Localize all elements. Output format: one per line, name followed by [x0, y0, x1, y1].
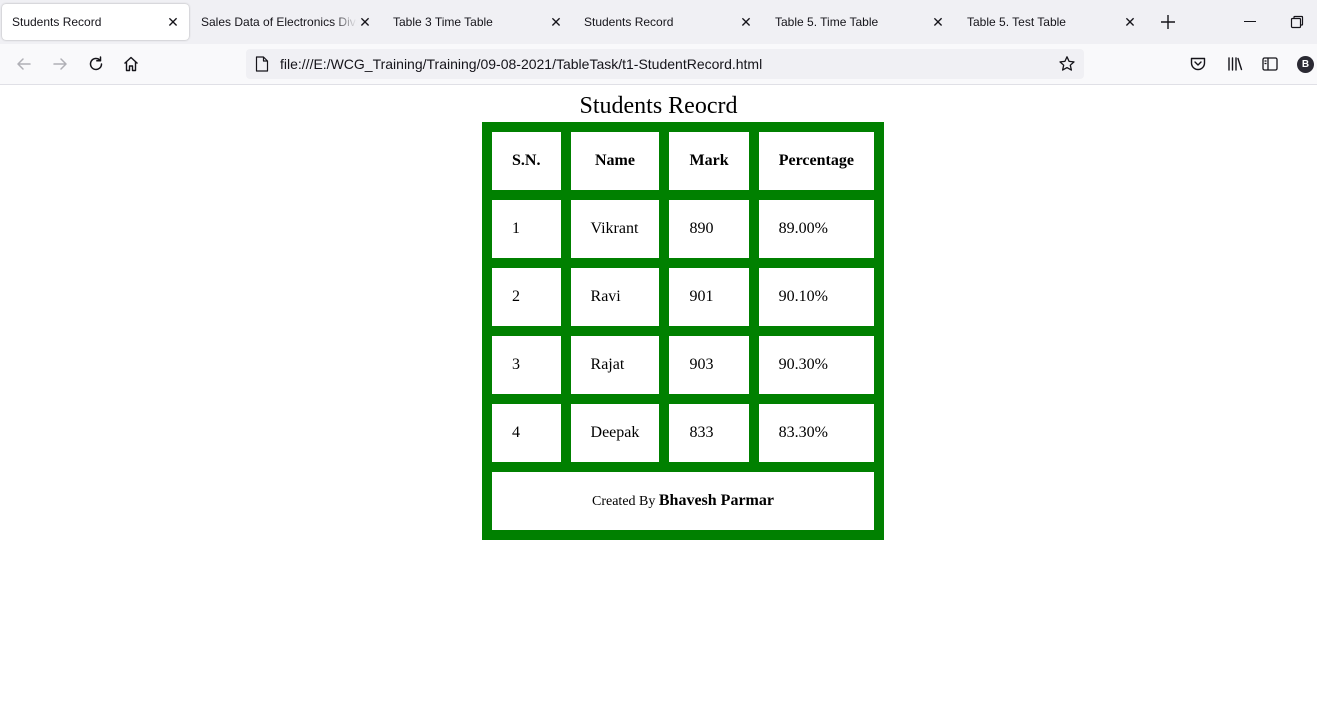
home-icon[interactable]: [122, 55, 140, 73]
cell-sn: 3: [492, 336, 561, 394]
url-bar[interactable]: file:///E:/WCG_Training/Training/09-08-2…: [246, 49, 1084, 79]
cell-name: Vikrant: [570, 200, 660, 258]
tab-strip: Students Record ✕ Sales Data of Electron…: [0, 0, 1317, 44]
tab-title: Table 5. Time Table: [775, 15, 879, 29]
cell-percentage: 83.30%: [758, 404, 874, 462]
sidebar-icon[interactable]: [1261, 55, 1279, 73]
tab-title: Students Record: [12, 15, 102, 29]
close-icon[interactable]: ✕: [357, 14, 373, 30]
page-icon: [255, 56, 269, 72]
students-record-table: S.N. Name Mark Percentage 1 Vikrant 890 …: [482, 122, 884, 540]
header-percentage: Percentage: [758, 132, 874, 190]
close-icon[interactable]: ✕: [738, 14, 754, 30]
cell-percentage: 90.30%: [758, 336, 874, 394]
table-row: 1 Vikrant 890 89.00%: [492, 200, 874, 258]
tab-time-table-3[interactable]: Table 3 Time Table ✕: [383, 0, 573, 44]
reload-icon[interactable]: [87, 55, 105, 73]
cell-name: Ravi: [570, 268, 660, 326]
header-sn: S.N.: [492, 132, 561, 190]
tab-sales-data[interactable]: Sales Data of Electronics Division ✕: [191, 0, 381, 44]
cell-mark: 833: [669, 404, 749, 462]
plus-icon[interactable]: [1159, 13, 1177, 31]
page-title: Students Reocrd: [579, 93, 738, 119]
table-header-row: S.N. Name Mark Percentage: [492, 132, 874, 190]
tab-title: Table 5. Test Table: [967, 15, 1066, 29]
header-mark: Mark: [669, 132, 749, 190]
cell-sn: 2: [492, 268, 561, 326]
tab-title: Table 3 Time Table: [393, 15, 493, 29]
minimize-icon[interactable]: [1244, 21, 1256, 22]
tab-time-table-5[interactable]: Table 5. Time Table ✕: [765, 0, 955, 44]
close-icon[interactable]: ✕: [548, 14, 564, 30]
table-row: 2 Ravi 901 90.10%: [492, 268, 874, 326]
table-row: 3 Rajat 903 90.30%: [492, 336, 874, 394]
cell-sn: 1: [492, 200, 561, 258]
footer-author: Bhavesh Parmar: [658, 492, 774, 509]
cell-mark: 901: [669, 268, 749, 326]
cell-mark: 890: [669, 200, 749, 258]
cell-mark: 903: [669, 336, 749, 394]
back-arrow-icon[interactable]: [15, 55, 33, 73]
footer-prefix: Created By: [592, 494, 656, 509]
tab-students-record[interactable]: Students Record ✕: [2, 4, 189, 40]
pocket-icon[interactable]: [1189, 55, 1207, 73]
tab-students-record-2[interactable]: Students Record ✕: [574, 0, 764, 44]
forward-arrow-icon[interactable]: [51, 55, 69, 73]
account-avatar[interactable]: B: [1297, 56, 1314, 73]
bookmark-star-icon[interactable]: [1058, 55, 1076, 73]
cell-name: Rajat: [570, 336, 660, 394]
tab-fade: [333, 0, 357, 44]
cell-percentage: 89.00%: [758, 200, 874, 258]
tab-title: Students Record: [584, 15, 674, 29]
restore-icon[interactable]: [1290, 15, 1304, 29]
footer-credit: Created By Bhavesh Parmar: [492, 472, 874, 530]
url-text: file:///E:/WCG_Training/Training/09-08-2…: [280, 56, 763, 72]
tab-test-table-5[interactable]: Table 5. Test Table ✕: [957, 0, 1147, 44]
table-row: 4 Deepak 833 83.30%: [492, 404, 874, 462]
header-name: Name: [570, 132, 660, 190]
table-footer-row: Created By Bhavesh Parmar: [492, 472, 874, 530]
close-icon[interactable]: ✕: [930, 14, 946, 30]
library-icon[interactable]: [1226, 55, 1244, 73]
cell-sn: 4: [492, 404, 561, 462]
cell-percentage: 90.10%: [758, 268, 874, 326]
cell-name: Deepak: [570, 404, 660, 462]
close-icon[interactable]: ✕: [165, 14, 181, 30]
navigation-toolbar: file:///E:/WCG_Training/Training/09-08-2…: [0, 44, 1317, 85]
close-icon[interactable]: ✕: [1122, 14, 1138, 30]
